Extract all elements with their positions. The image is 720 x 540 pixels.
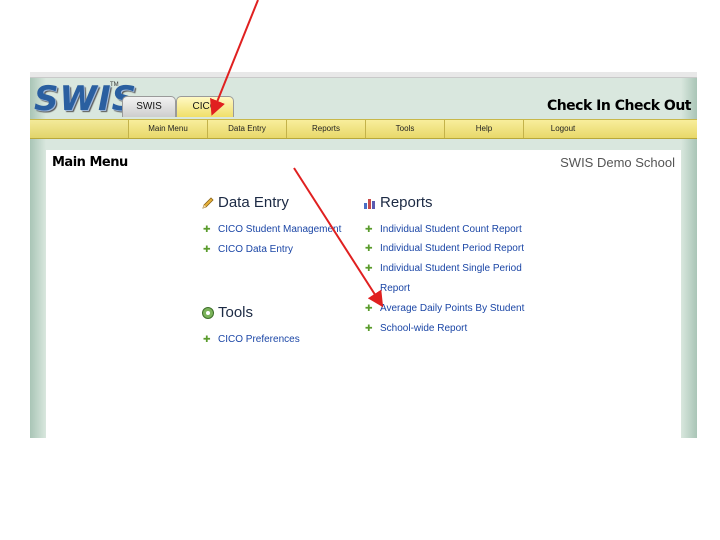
annotation-arrows: [210, 0, 384, 308]
arrow-to-cico-tab: [210, 0, 259, 116]
arrow-to-average-points-report: [293, 167, 384, 308]
